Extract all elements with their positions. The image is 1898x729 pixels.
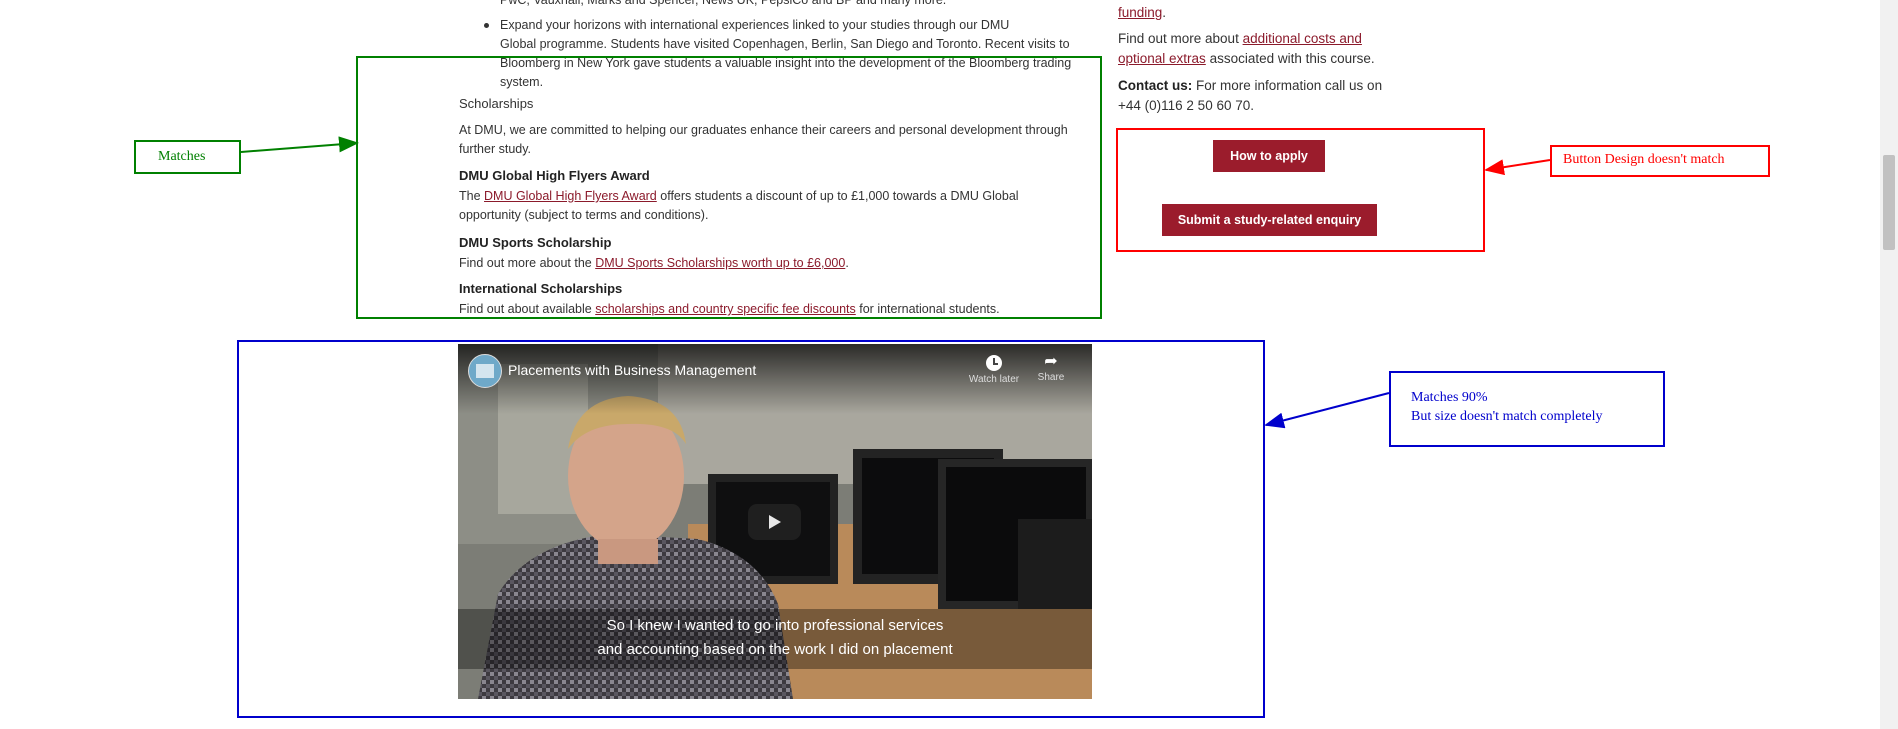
costs-line-2: optional extras associated with this cou… — [1118, 49, 1418, 69]
video-note-label: Matches 90% But size doesn't match compl… — [1411, 388, 1602, 426]
green-arrow — [240, 136, 359, 153]
video-note-line-2: But size doesn't match completely — [1411, 409, 1603, 424]
costs-link-cont[interactable]: optional extras — [1118, 51, 1206, 66]
contact-copy: For more information call us on — [1192, 78, 1383, 93]
red-arrow — [1484, 159, 1551, 176]
page-scrollbar[interactable] — [1880, 0, 1898, 729]
blue-arrow — [1264, 392, 1390, 429]
contact-label: Contact us: — [1118, 78, 1193, 93]
costs-line-1: Find out more about additional costs and — [1118, 29, 1418, 49]
costs-prefix: Find out more about — [1118, 31, 1243, 46]
scrollbar-thumb[interactable] — [1883, 155, 1895, 250]
blue-annotation-box — [237, 340, 1265, 718]
costs-suffix: associated with this course. — [1205, 51, 1375, 66]
contact-phone: +44 (0)116 2 50 60 70. — [1118, 98, 1254, 113]
contact-text: Contact us: For more information call us… — [1118, 76, 1438, 116]
matches-label: Matches — [158, 149, 206, 164]
costs-text: Find out more about additional costs and… — [1118, 29, 1418, 69]
bullet-global-line: Global programme. Students have visited … — [500, 37, 1070, 51]
video-note-line-1: Matches 90% — [1411, 390, 1488, 405]
costs-link[interactable]: additional costs and — [1243, 31, 1362, 46]
bullet-dot — [484, 23, 489, 28]
button-mismatch-label: Button Design doesn't match — [1563, 152, 1725, 167]
funding-link[interactable]: funding — [1118, 5, 1162, 20]
bullet-top-tail: PwC, Vauxhall, Marks and Spencer, News U… — [500, 0, 947, 7]
contact-line-1: Contact us: For more information call us… — [1118, 76, 1438, 96]
bullet-global-line: Expand your horizons with international … — [500, 18, 1010, 32]
funding-text: funding. — [1118, 3, 1166, 23]
green-annotation-box — [356, 56, 1102, 319]
red-annotation-box — [1116, 128, 1485, 252]
funding-suffix: . — [1162, 5, 1167, 20]
